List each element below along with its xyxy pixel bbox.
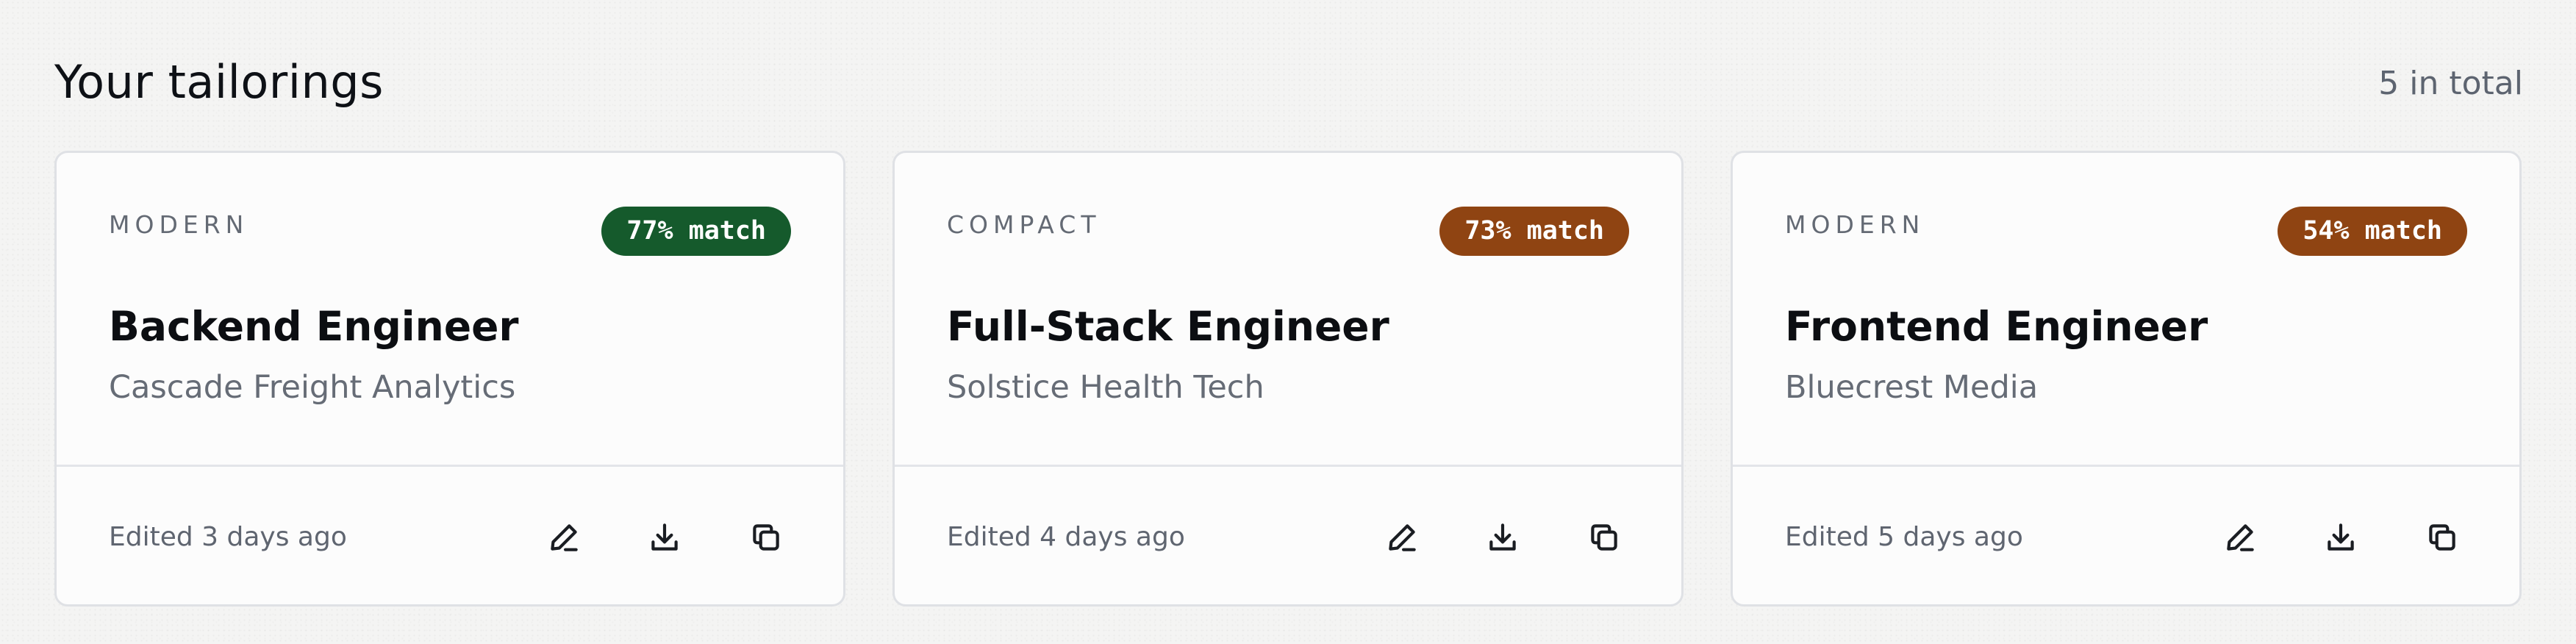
company-name: Solstice Health Tech <box>947 369 1264 406</box>
copy-icon <box>2429 524 2455 551</box>
card-divider <box>57 465 843 467</box>
copy-icon <box>1591 524 1617 551</box>
download-button[interactable] <box>2319 515 2363 559</box>
tailoring-card[interactable]: COMPACT 73% match Full-Stack Engineer So… <box>892 151 1684 607</box>
edited-timestamp: Edited 3 days ago <box>109 522 347 552</box>
pen-icon <box>2227 524 2254 551</box>
edited-timestamp: Edited 5 days ago <box>1785 522 2023 552</box>
download-icon <box>651 523 678 551</box>
role-title: Full-Stack Engineer <box>947 303 1389 350</box>
duplicate-button[interactable] <box>2420 515 2464 559</box>
match-score-badge: 77% match <box>601 207 791 256</box>
duplicate-button[interactable] <box>1582 515 1626 559</box>
template-style-label: COMPACT <box>947 210 1101 239</box>
template-style-label: MODERN <box>109 210 249 239</box>
card-divider <box>895 465 1681 467</box>
pen-icon <box>551 524 578 551</box>
section-title: Your tailorings <box>54 55 384 109</box>
tailoring-card[interactable]: MODERN 77% match Backend Engineer Cascad… <box>54 151 845 607</box>
edited-timestamp: Edited 4 days ago <box>947 522 1185 552</box>
card-divider <box>1733 465 2519 467</box>
edit-button[interactable] <box>1380 515 1424 559</box>
company-name: Cascade Freight Analytics <box>109 369 516 406</box>
copy-icon <box>753 524 779 551</box>
company-name: Bluecrest Media <box>1785 369 2039 406</box>
match-score-badge: 54% match <box>2278 207 2467 256</box>
duplicate-button[interactable] <box>744 515 788 559</box>
pen-icon <box>1389 524 1416 551</box>
card-summary[interactable]: MODERN 77% match Backend Engineer Cascad… <box>57 153 843 465</box>
role-title: Backend Engineer <box>109 303 519 350</box>
download-icon <box>1489 523 1516 551</box>
download-icon <box>2328 523 2354 551</box>
role-title: Frontend Engineer <box>1785 303 2208 350</box>
card-summary[interactable]: COMPACT 73% match Full-Stack Engineer So… <box>895 153 1681 465</box>
total-count: 5 in total <box>2378 65 2523 102</box>
section-header: Your tailorings 5 in total <box>54 53 2523 112</box>
edit-button[interactable] <box>2218 515 2262 559</box>
edit-button[interactable] <box>542 515 586 559</box>
card-summary[interactable]: MODERN 54% match Frontend Engineer Bluec… <box>1733 153 2519 465</box>
download-button[interactable] <box>643 515 687 559</box>
tailoring-card[interactable]: MODERN 54% match Frontend Engineer Bluec… <box>1731 151 2522 607</box>
tailoring-card-list: MODERN 77% match Backend Engineer Cascad… <box>54 151 2523 607</box>
match-score-badge: 73% match <box>1439 207 1629 256</box>
template-style-label: MODERN <box>1785 210 1925 239</box>
download-button[interactable] <box>1481 515 1525 559</box>
